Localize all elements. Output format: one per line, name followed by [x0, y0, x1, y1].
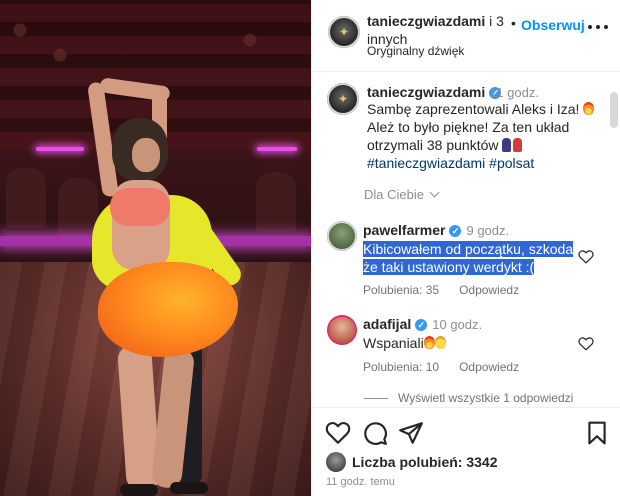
audio-label[interactable]: Oryginalny dźwięk	[367, 44, 464, 58]
verified-icon: ✓	[449, 225, 462, 238]
comments-scrollbar[interactable]	[610, 92, 618, 128]
follow-button[interactable]: Obserwuj	[521, 17, 585, 33]
commenter-avatar[interactable]	[327, 221, 357, 251]
caption-line-2: Ależ to było piękne! Za ten układ otrzym…	[367, 119, 570, 153]
fire-emoji-icon	[583, 102, 595, 115]
reply-button[interactable]: Odpowiedz	[459, 283, 519, 297]
post-header: ✦ tanieczgwiazdami i 3 innych • Obserwuj…	[312, 0, 620, 72]
caption-hashtags[interactable]: #tanieczgwiazdami #polsat	[367, 155, 534, 171]
caption-time[interactable]: 11 godz.	[490, 85, 539, 100]
comment-item: pawelfarmer ✓ 9 godz. Kibicowałem od począ…	[312, 221, 620, 311]
dancers-emoji-icon	[502, 138, 524, 152]
caption-line-1: Sambę zaprezentowali Aleks i Iza!	[367, 101, 584, 117]
comment-meta: Polubienia: 10 Odpowiedz	[363, 360, 519, 374]
commenter-username[interactable]: pawelfarmer	[363, 222, 445, 238]
action-bar: Liczba polubień: 3342 11 godz. temu	[312, 407, 620, 496]
fire-emoji-icon	[423, 336, 435, 349]
comment-text: Wspaniali	[363, 334, 583, 352]
comment-sort-label: Dla Ciebie	[364, 187, 424, 202]
likes-count[interactable]: Liczba polubień: 3342	[352, 454, 497, 470]
caption-avatar[interactable]: ✦	[327, 83, 359, 115]
comment-time[interactable]: 10 godz.	[432, 317, 482, 332]
comment-likes-count[interactable]: Polubienia: 10	[363, 360, 439, 374]
comment-text: Kibicowałem od początku, szkoda że taki …	[363, 240, 583, 276]
post-timestamp[interactable]: 11 godz. temu	[326, 476, 395, 488]
comment-meta: Polubienia: 35 Odpowiedz	[363, 283, 519, 297]
video-dancer-shoe	[170, 482, 208, 494]
comment-likes-count[interactable]: Polubienia: 35	[363, 283, 439, 297]
reel-video[interactable]	[0, 0, 311, 496]
author-avatar[interactable]: ✦	[328, 16, 360, 48]
caption-text: Sambę zaprezentowali Aleks i Iza! Ależ t…	[367, 100, 597, 172]
commenter-name-line: adafijal ✓ 10 godz.	[363, 316, 482, 332]
comment-sort-dropdown[interactable]: Dla Ciebie	[364, 187, 440, 202]
commenter-avatar[interactable]	[327, 315, 357, 345]
video-audience-person	[58, 178, 98, 238]
liker-avatar[interactable]	[326, 452, 346, 472]
commenter-name-line: pawelfarmer ✓ 9 godz.	[363, 222, 509, 238]
view-replies-button[interactable]: Wyświetl wszystkie 1 odpowiedzi	[364, 391, 573, 405]
post-panel: ✦ tanieczgwiazdami i 3 innych • Obserwuj…	[311, 0, 620, 496]
comment-like-heart-icon[interactable]	[578, 336, 594, 351]
video-audience-person	[6, 168, 46, 228]
caption-username-wrap: tanieczgwiazdami ✓	[367, 84, 502, 100]
video-neon-light	[36, 147, 84, 151]
reply-button[interactable]: Odpowiedz	[459, 360, 519, 374]
verified-icon: ✓	[415, 319, 428, 332]
view-replies-label: Wyświetl wszystkie 1 odpowiedzi	[398, 391, 574, 405]
share-icon[interactable]	[398, 420, 424, 446]
author-line: tanieczgwiazdami i 3 innych	[367, 12, 507, 48]
comment-text-content: Wspaniali	[363, 335, 424, 351]
video-dancer-costume-top	[110, 188, 170, 226]
caption-username[interactable]: tanieczgwiazdami	[367, 84, 485, 100]
chevron-down-icon	[429, 187, 440, 198]
replies-divider	[364, 397, 388, 399]
comment-time[interactable]: 9 godz.	[466, 223, 509, 238]
comment-icon[interactable]	[362, 420, 388, 446]
comments-section[interactable]: ✦ tanieczgwiazdami ✓ 11 godz. Sambę zapre…	[312, 73, 620, 407]
bookmark-icon[interactable]	[584, 420, 610, 446]
author-username[interactable]: tanieczgwiazdami	[367, 13, 485, 29]
clapping-hands-emoji-icon	[434, 336, 446, 349]
likes-summary[interactable]: Liczba polubień: 3342	[326, 452, 497, 472]
video-neon-light	[257, 147, 297, 151]
comment-like-heart-icon[interactable]	[578, 249, 594, 264]
like-heart-icon[interactable]	[325, 420, 351, 446]
commenter-username[interactable]: adafijal	[363, 316, 411, 332]
more-options-icon[interactable]	[588, 20, 608, 34]
comment-text-selected: Kibicowałem od początku, szkoda że taki …	[363, 241, 574, 275]
video-dancer-shoe	[120, 484, 158, 496]
video-dancer-face	[132, 138, 160, 172]
video-audience-person	[256, 172, 296, 232]
separator-dot: •	[511, 15, 516, 31]
